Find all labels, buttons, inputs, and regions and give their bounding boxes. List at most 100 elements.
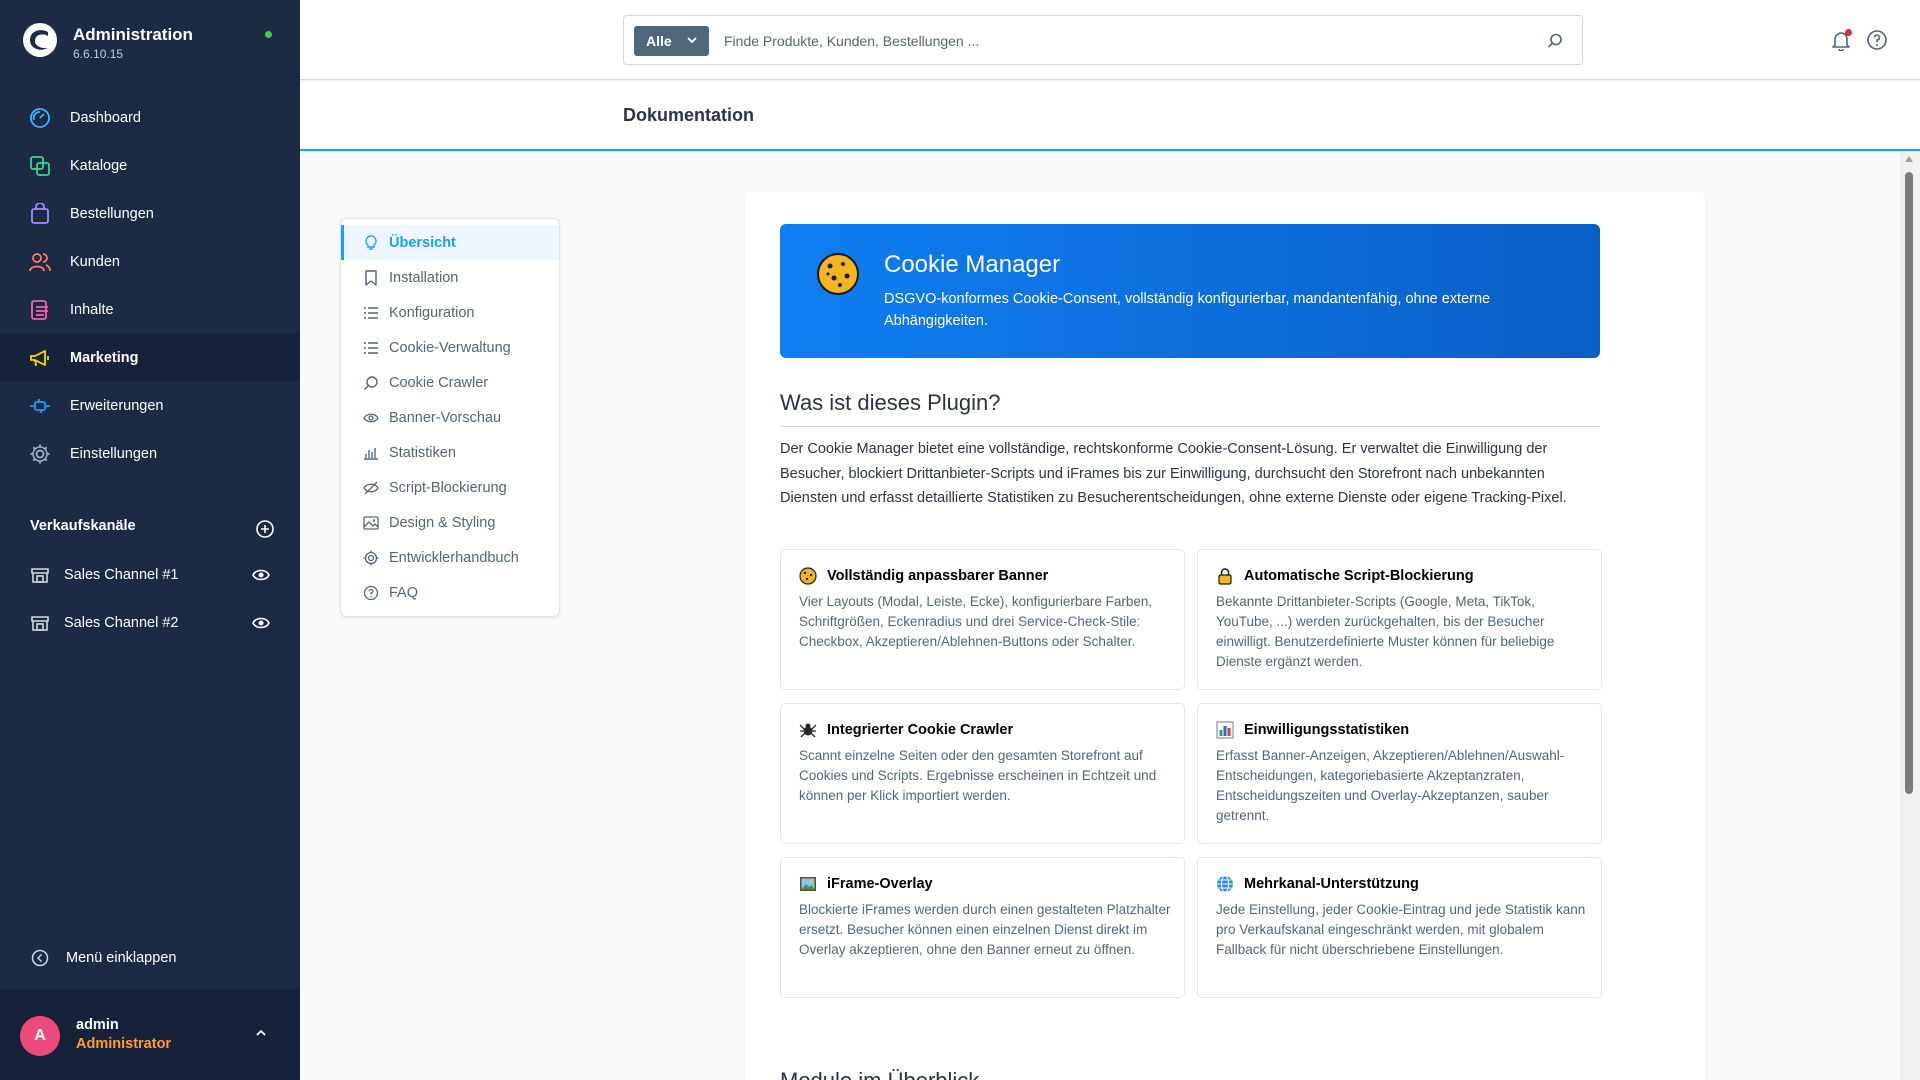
feature-card: Integrierter Cookie Crawler Scannt einze… [780, 703, 1185, 844]
sales-channel-item-1[interactable]: Sales Channel #1 [0, 551, 300, 599]
feature-title: iFrame-Overlay [827, 876, 933, 892]
feature-card: Einwilligungsstatistiken Erfasst Banner-… [1197, 703, 1602, 844]
hero-title: Cookie Manager [884, 251, 1061, 278]
search-input[interactable] [724, 28, 1524, 54]
user-menu[interactable]: A admin Administrator [0, 990, 300, 1080]
feature-text: Bekannte Drittanbieter-Scripts (Google, … [1216, 594, 1555, 669]
feature-title-row: Mehrkanal-Unterstützung [1216, 875, 1419, 893]
notifications-button[interactable] [1830, 29, 1852, 52]
bar-chart-icon [1216, 721, 1234, 739]
doc-nav-label: Installation [389, 269, 459, 286]
hero-banner: Cookie Manager DSGVO-konformes Cookie-Co… [780, 224, 1600, 358]
chevron-up-icon[interactable] [254, 1026, 268, 1040]
sidebar-item-settings[interactable]: Einstellungen [0, 430, 300, 478]
sidebar-item-label: Dashboard [70, 110, 141, 126]
page-scrollbar[interactable] [1900, 152, 1920, 1080]
brand[interactable]: Administration 6.6.10.15 [22, 22, 278, 62]
doc-nav-item-installation[interactable]: Installation [341, 260, 559, 295]
doc-nav-item-overview[interactable]: Übersicht [341, 225, 559, 260]
doc-nav-label: Cookie-Verwaltung [389, 339, 511, 356]
doc-nav-label: Übersicht [389, 234, 456, 251]
lock-icon [1216, 567, 1234, 585]
help-icon[interactable] [1866, 29, 1888, 51]
chart-icon [363, 445, 379, 461]
list-icon [363, 340, 379, 356]
doc-nav-item-script-blocking[interactable]: Script-Blockierung [341, 470, 559, 505]
doc-nav-label: Banner-Vorschau [389, 409, 502, 426]
sidebar-item-catalogues[interactable]: Kataloge [0, 142, 300, 190]
sales-channel-label: Sales Channel #2 [64, 615, 179, 631]
sidebar-item-extensions[interactable]: Erweiterungen [0, 382, 300, 430]
sidebar-item-marketing[interactable]: Marketing [0, 334, 300, 382]
feature-title: Einwilligungsstatistiken [1244, 722, 1410, 738]
doc-nav-item-developer-guide[interactable]: Entwicklerhandbuch [341, 540, 559, 575]
doc-nav-item-cookie-crawler[interactable]: Cookie Crawler [341, 365, 559, 400]
sales-channels-header: Verkaufskanäle [30, 518, 275, 542]
feature-card: iFrame-Overlay Blockierte iFrames werden… [780, 857, 1185, 998]
scrollbar-thumb[interactable] [1905, 172, 1913, 794]
collapse-menu-label: Menü einklappen [66, 950, 177, 966]
feature-title: Integrierter Cookie Crawler [827, 722, 1014, 738]
doc-nav-item-statistics[interactable]: Statistiken [341, 435, 559, 470]
list-icon [363, 305, 379, 321]
cookie-icon [799, 567, 817, 585]
documentation-card: Cookie Manager DSGVO-konformes Cookie-Co… [745, 192, 1705, 1080]
status-indicator [265, 31, 272, 38]
search-type-select[interactable]: Alle [634, 26, 709, 56]
feature-text: Jede Einstellung, jeder Cookie-Eintrag u… [1216, 902, 1586, 957]
sidebar-item-customers[interactable]: Kunden [0, 238, 300, 286]
question-icon [363, 585, 379, 601]
eye-icon[interactable] [252, 567, 270, 583]
doc-nav-item-cookie-management[interactable]: Cookie-Verwaltung [341, 330, 559, 365]
feature-text: Erfasst Banner-Anzeigen, Akzeptieren/Abl… [1216, 748, 1565, 823]
avatar: A [20, 1016, 60, 1056]
doc-nav-label: Cookie Crawler [389, 374, 489, 391]
feature-text: Scannt einzelne Seiten oder den gesamten… [799, 748, 1157, 803]
cookie-icon [817, 253, 859, 295]
doc-nav-item-banner-preview[interactable]: Banner-Vorschau [341, 400, 559, 435]
feature-text: Vier Layouts (Modal, Leiste, Ecke), konf… [799, 594, 1153, 649]
feature-title: Automatische Script-Blockierung [1244, 568, 1474, 584]
bookmark-icon [363, 269, 379, 286]
sidebar: Administration 6.6.10.15 Dashboard Katal… [0, 0, 300, 1080]
section-title-what-is: Was ist dieses Plugin? [780, 390, 1600, 427]
feature-title-row: Automatische Script-Blockierung [1216, 567, 1474, 585]
content-area: Übersicht Installation Konfiguration Coo… [300, 152, 1900, 1080]
eye-icon [363, 410, 379, 426]
sidebar-item-label: Inhalte [70, 302, 114, 318]
image-icon [363, 515, 379, 531]
megaphone-icon [28, 346, 52, 370]
doc-nav-item-faq[interactable]: FAQ [341, 575, 559, 610]
app-version: 6.6.10.15 [73, 47, 124, 61]
doc-nav-item-configuration[interactable]: Konfiguration [341, 295, 559, 330]
shopware-logo-icon [23, 23, 57, 57]
sales-channel-item-2[interactable]: Sales Channel #2 [0, 599, 300, 647]
global-search: Alle [623, 15, 1583, 65]
search-icon[interactable] [1546, 32, 1564, 50]
section-title-modules: Module im Überblick [780, 1068, 1600, 1080]
eye-icon[interactable] [252, 615, 270, 631]
doc-nav-item-design-styling[interactable]: Design & Styling [341, 505, 559, 540]
feature-title-row: Einwilligungsstatistiken [1216, 721, 1409, 739]
feature-card: Automatische Script-Blockierung Bekannte… [1197, 549, 1602, 690]
notification-badge [1845, 29, 1852, 36]
scroll-up-arrow-icon[interactable] [1905, 156, 1913, 162]
shopping-bag-icon [28, 202, 52, 226]
sidebar-item-content[interactable]: Inhalte [0, 286, 300, 334]
add-circle-icon[interactable] [255, 519, 275, 539]
sidebar-item-dashboard[interactable]: Dashboard [0, 94, 300, 142]
user-role: Administrator [76, 1036, 172, 1052]
feature-title-row: Integrierter Cookie Crawler [799, 721, 1013, 739]
page-title: Dokumentation [623, 105, 755, 125]
gear-icon [363, 550, 379, 566]
documentation-nav: Übersicht Installation Konfiguration Coo… [340, 218, 560, 617]
sidebar-item-orders[interactable]: Bestellungen [0, 190, 300, 238]
feature-title-row: Vollständig anpassbarer Banner [799, 567, 1048, 585]
collapse-menu-button[interactable]: Menü einklappen [30, 944, 176, 972]
sidebar-item-label: Erweiterungen [70, 398, 164, 414]
spider-icon [799, 721, 817, 739]
eye-slash-icon [363, 480, 379, 496]
page-header: Dokumentation [300, 81, 1920, 151]
storefront-icon [30, 611, 50, 635]
sidebar-item-label: Kataloge [70, 158, 128, 174]
